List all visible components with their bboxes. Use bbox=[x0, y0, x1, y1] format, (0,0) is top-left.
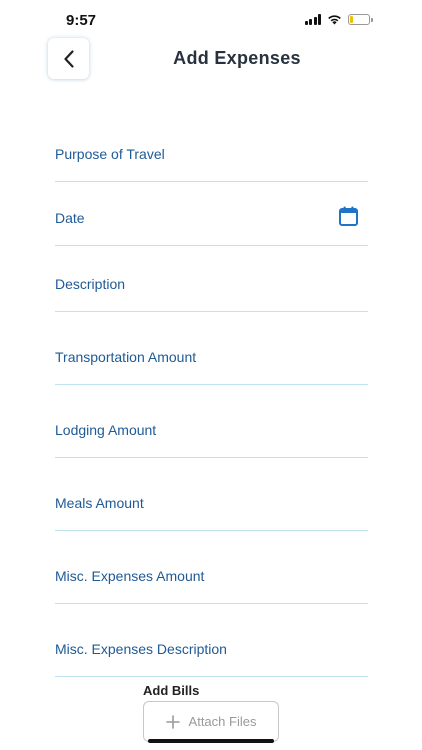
field-label: Purpose of Travel bbox=[55, 146, 165, 162]
attach-files-label: Attach Files bbox=[188, 714, 257, 729]
status-icons bbox=[304, 14, 373, 25]
plus-icon bbox=[165, 714, 180, 729]
purpose-of-travel-field[interactable]: Purpose of Travel bbox=[55, 138, 368, 182]
field-label: Lodging Amount bbox=[55, 422, 157, 438]
status-time: 9:57 bbox=[66, 12, 97, 29]
attach-files-button[interactable]: Attach Files bbox=[143, 701, 279, 742]
meals-amount-field[interactable]: Meals Amount bbox=[55, 487, 368, 531]
add-expenses-screen: 9:57 Add Expenses Purpose of Travel Date bbox=[0, 0, 422, 750]
field-label: Description bbox=[55, 276, 126, 292]
add-bills-label: Add Bills bbox=[143, 683, 200, 698]
battery-icon bbox=[348, 14, 373, 25]
signal-icon bbox=[304, 14, 321, 25]
battery-level bbox=[350, 16, 353, 23]
field-label: Misc. Expenses Description bbox=[55, 641, 227, 657]
home-indicator bbox=[148, 739, 274, 743]
field-label: Transportation Amount bbox=[55, 349, 197, 365]
misc-expenses-description-field[interactable]: Misc. Expenses Description bbox=[55, 633, 368, 677]
misc-expenses-amount-field[interactable]: Misc. Expenses Amount bbox=[55, 560, 368, 604]
lodging-amount-field[interactable]: Lodging Amount bbox=[55, 414, 368, 458]
field-label: Date bbox=[55, 210, 85, 226]
description-field[interactable]: Description bbox=[55, 268, 368, 312]
status-bar: 9:57 bbox=[0, 0, 422, 40]
field-label: Misc. Expenses Amount bbox=[55, 568, 205, 584]
wifi-icon bbox=[328, 15, 341, 25]
calendar-icon[interactable] bbox=[339, 206, 358, 226]
date-field[interactable]: Date bbox=[55, 202, 368, 246]
page-title: Add Expenses bbox=[173, 48, 301, 68]
field-label: Meals Amount bbox=[55, 495, 144, 511]
transportation-amount-field[interactable]: Transportation Amount bbox=[55, 341, 368, 385]
